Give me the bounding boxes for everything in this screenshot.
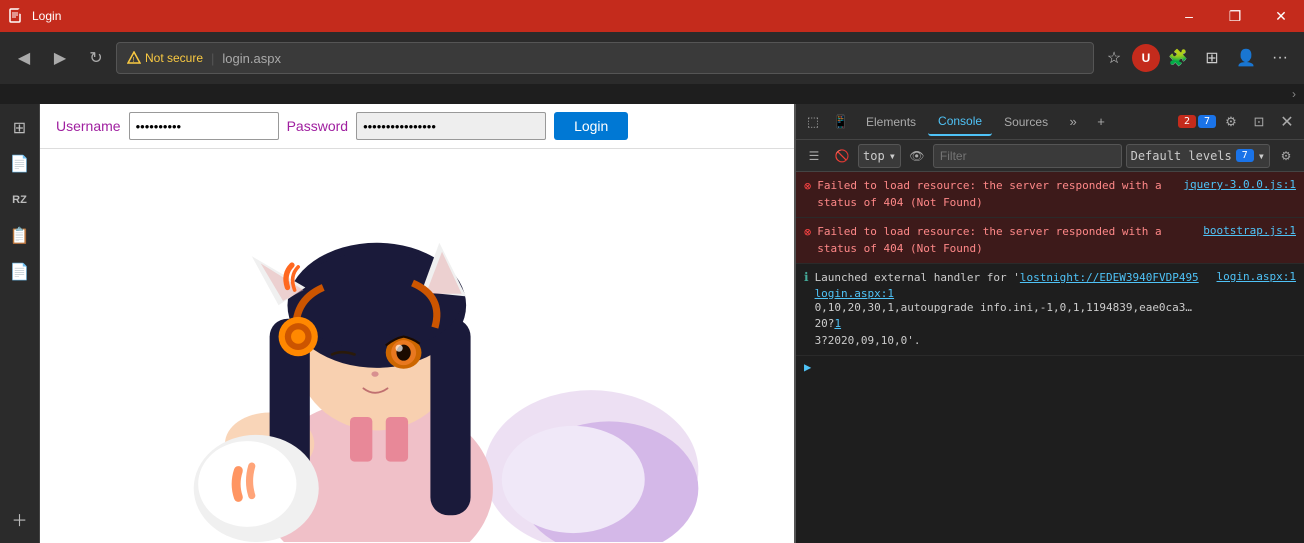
tab-scroll-right[interactable]: ›	[1292, 87, 1296, 101]
devtools-panel: ⬚ 📱 Elements Console Sources » + 2 7 ⚙ ⊡…	[794, 104, 1304, 543]
console-info-1-text4: 3?2020,09,10,0'.	[815, 334, 921, 347]
username-input[interactable]	[129, 112, 279, 140]
devtools-add-tab-icon[interactable]: +	[1088, 109, 1114, 135]
console-expand-row: ▶	[796, 356, 1304, 379]
username-label: Username	[56, 118, 121, 134]
maximize-button[interactable]: ❐	[1212, 0, 1258, 32]
collections-icon[interactable]: ⊞	[1196, 42, 1228, 74]
top-dropdown[interactable]: top ▾	[858, 144, 901, 168]
password-label: Password	[287, 118, 348, 134]
forward-button[interactable]: ▶	[44, 42, 76, 74]
back-button[interactable]: ◀	[8, 42, 40, 74]
console-toolbar: ☰ 🚫 top ▾ 👁 Default levels 7 ▾ ⚙	[796, 140, 1304, 172]
tab-bar: ›	[0, 84, 1304, 104]
error-count-badge: 2	[1178, 115, 1196, 128]
password-input[interactable]	[356, 112, 546, 140]
console-info-1-text3: 0,10,20,30,1,autoupgrade info.ini,-1,0,1…	[815, 301, 1193, 331]
title-bar-left: Login	[8, 8, 61, 24]
devtools-action-group: 2 7 ⚙ ⊡ ✕	[1178, 109, 1300, 135]
console-messages[interactable]: ⊗ Failed to load resource: the server re…	[796, 172, 1304, 543]
sidebar-clipboard-icon[interactable]: 📋	[4, 220, 36, 252]
anime-image-area	[40, 149, 794, 542]
console-error-2-link[interactable]: bootstrap.js:1	[1203, 224, 1296, 237]
sidebar: ⊞ 📄 RZ 📋 📄 ＋	[0, 104, 40, 543]
refresh-button[interactable]: ↻	[80, 42, 112, 74]
warn-count-badge: 7	[1198, 115, 1216, 128]
url-display: login.aspx	[222, 51, 281, 66]
close-button[interactable]: ✕	[1258, 0, 1304, 32]
devtools-inspect-icon[interactable]: ⬚	[800, 109, 826, 135]
console-clear-icon[interactable]: 🚫	[830, 144, 854, 168]
sidebar-add-icon[interactable]: ＋	[4, 503, 36, 535]
console-info-link3[interactable]: 1	[834, 317, 841, 330]
console-filter-input[interactable]	[933, 144, 1122, 168]
expand-icon[interactable]: ▶	[804, 360, 811, 374]
page-icon	[8, 8, 24, 24]
sidebar-page-icon[interactable]: 📄	[4, 256, 36, 288]
devtools-close-icon[interactable]: ✕	[1274, 109, 1300, 135]
console-info-link1[interactable]: lostnight://EDEW3940FVDP495	[1020, 271, 1199, 284]
level-label: Default levels	[1131, 149, 1232, 163]
svg-text:!: !	[133, 57, 135, 64]
devtools-tab-elements[interactable]: Elements	[856, 108, 926, 136]
sidebar-rz-icon[interactable]: RZ	[4, 184, 36, 216]
devtools-more-tabs-icon[interactable]: »	[1060, 109, 1086, 135]
console-info-1-text: Launched external handler for '	[815, 271, 1020, 284]
devtools-settings-icon[interactable]: ⚙	[1218, 109, 1244, 135]
address-bar: ◀ ▶ ↻ ! Not secure | login.aspx ☆ U 🧩 ⊞ …	[0, 32, 1304, 84]
devtools-responsive-icon[interactable]: 📱	[828, 109, 854, 135]
main-area: ⊞ 📄 RZ 📋 📄 ＋ Username Password Login	[0, 104, 1304, 543]
anime-character-illustration	[40, 149, 794, 542]
devtools-tab-sources[interactable]: Sources	[994, 108, 1058, 136]
level-count-badge: 7	[1236, 149, 1254, 162]
console-info-link2[interactable]: login.aspx:1	[815, 287, 894, 300]
error-icon-2: ⊗	[804, 225, 811, 239]
console-settings-icon[interactable]: ⚙	[1274, 144, 1298, 168]
console-error-1: ⊗ Failed to load resource: the server re…	[796, 172, 1304, 218]
console-eye-icon[interactable]: 👁	[905, 144, 929, 168]
console-info-1: ℹ Launched external handler for 'lostnig…	[796, 264, 1304, 356]
ublock-icon[interactable]: U	[1132, 44, 1160, 72]
devtools-dock-icon[interactable]: ⊡	[1246, 109, 1272, 135]
browser-content: Username Password Login	[40, 104, 794, 543]
login-button[interactable]: Login	[554, 112, 628, 140]
devtools-tab-console[interactable]: Console	[928, 108, 992, 136]
not-secure-label: Not secure	[145, 51, 203, 65]
favorites-icon[interactable]: ☆	[1098, 42, 1130, 74]
console-error-2-text: Failed to load resource: the server resp…	[817, 224, 1197, 257]
more-button[interactable]: ···	[1264, 42, 1296, 74]
top-label: top	[863, 149, 885, 163]
sidebar-notes-icon[interactable]: 📄	[4, 148, 36, 180]
minimize-button[interactable]: –	[1166, 0, 1212, 32]
sidebar-collections-icon[interactable]: ⊞	[4, 112, 36, 144]
profile-icon[interactable]: 👤	[1230, 42, 1262, 74]
level-dropdown-arrow: ▾	[1258, 149, 1265, 163]
error-icon-1: ⊗	[804, 179, 811, 193]
security-warning: ! Not secure	[127, 51, 203, 65]
console-sidebar-toggle[interactable]: ☰	[802, 144, 826, 168]
devtools-toolbar: ⬚ 📱 Elements Console Sources » + 2 7 ⚙ ⊡…	[796, 104, 1304, 140]
info-icon: ℹ	[804, 270, 809, 284]
console-error-1-link[interactable]: jquery-3.0.0.js:1	[1183, 178, 1296, 191]
console-info-1-main-link[interactable]: login.aspx:1	[1217, 270, 1296, 283]
title-controls: – ❐ ✕	[1166, 0, 1304, 32]
top-dropdown-arrow: ▾	[889, 149, 896, 163]
toolbar-icons: ☆ U 🧩 ⊞ 👤 ···	[1098, 42, 1296, 74]
level-dropdown[interactable]: Default levels 7 ▾	[1126, 144, 1270, 168]
address-input[interactable]: ! Not secure | login.aspx	[116, 42, 1094, 74]
console-error-1-text: Failed to load resource: the server resp…	[817, 178, 1177, 211]
console-error-2: ⊗ Failed to load resource: the server re…	[796, 218, 1304, 264]
window-title: Login	[32, 9, 61, 23]
login-form-bar: Username Password Login	[40, 104, 794, 149]
extensions-icon[interactable]: 🧩	[1162, 42, 1194, 74]
title-bar: Login – ❐ ✕	[0, 0, 1304, 32]
